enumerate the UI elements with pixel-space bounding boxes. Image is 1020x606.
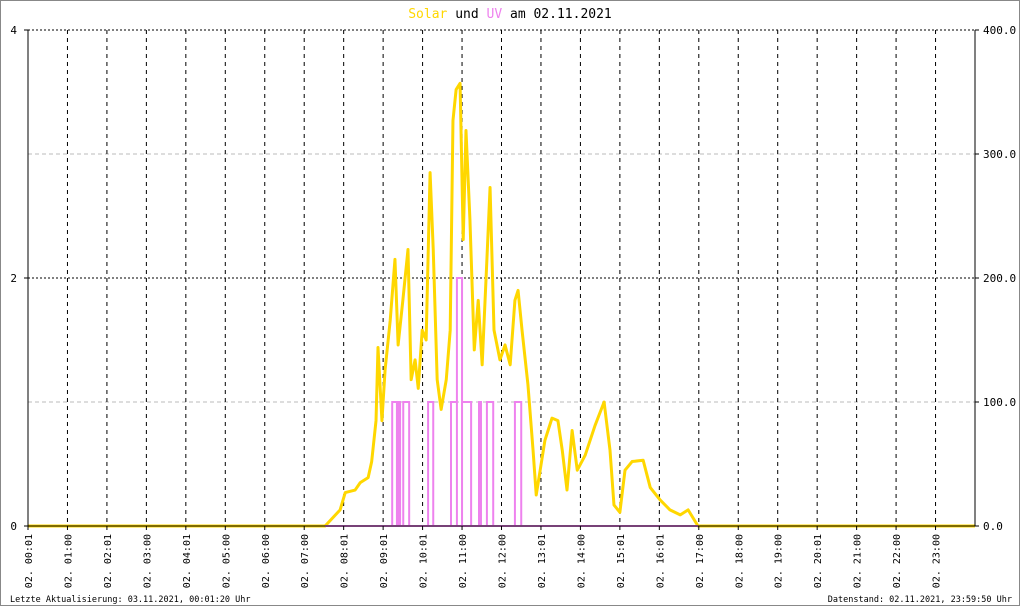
x-tick-label: 02. 22:00 xyxy=(892,534,903,588)
x-tick-label: 02. 05:00 xyxy=(221,534,232,588)
grid xyxy=(28,29,975,526)
x-tick-label: 02. 10:01 xyxy=(419,534,430,588)
last-update-text: Letzte Aktualisierung: 03.11.2021, 00:01… xyxy=(10,595,251,605)
x-tick-label: 02. 04:01 xyxy=(182,534,193,588)
left-tick-label: 4 xyxy=(10,24,17,37)
right-tick-label: 0.0 xyxy=(983,520,1003,533)
title-und: und xyxy=(447,7,486,22)
x-tick-label: 02. 01:00 xyxy=(63,534,74,588)
x-tick-label: 02. 12:00 xyxy=(498,534,509,588)
right-tick-label: 200.0 xyxy=(983,272,1016,285)
x-tick-label: 02. 21:00 xyxy=(853,534,864,588)
x-tick-label: 02. 09:01 xyxy=(379,534,390,588)
solar-uv-chart: 02. 00:01 02. 01:00 02. 02:01 02. 03:00 02. … xyxy=(10,7,1016,605)
chart-title: Solar und UV am 02.11.2021 xyxy=(408,7,612,22)
title-uv: UV xyxy=(487,7,503,22)
x-tick-label: 02. 13:01 xyxy=(537,534,548,588)
x-tick-label: 02. 15:01 xyxy=(616,534,627,588)
left-tick-label: 0 xyxy=(10,520,17,533)
title-date: am 02.11.2021 xyxy=(502,7,612,22)
x-tick-label: 02. 03:00 xyxy=(142,534,153,588)
x-tick-label: 02. 14:00 xyxy=(576,534,587,588)
x-tick-label: 02. 20:01 xyxy=(813,534,824,588)
right-tick-label: 400.0 xyxy=(983,24,1016,37)
x-tick-label: 02. 16:01 xyxy=(655,534,666,588)
x-tick-label: 02. 08:01 xyxy=(340,534,351,588)
left-tick-label: 2 xyxy=(10,272,17,285)
x-tick-label: 02. 17:00 xyxy=(695,534,706,588)
x-tick-label: 02. 07:00 xyxy=(300,534,311,588)
x-tick-label: 02. 19:00 xyxy=(774,534,785,588)
x-tick-label: 02. 00:01 xyxy=(24,534,35,588)
x-tick-label: 02. 11:00 xyxy=(458,534,469,588)
title-solar: Solar xyxy=(408,7,447,22)
x-tick-label: 02. 18:00 xyxy=(734,534,745,588)
x-tick-label: 02. 23:00 xyxy=(932,534,943,588)
data-state-text: Datenstand: 02.11.2021, 23:59:50 Uhr xyxy=(828,595,1012,605)
right-tick-label: 300.0 xyxy=(983,148,1016,161)
right-tick-label: 100.0 xyxy=(983,396,1016,409)
x-tick-label: 02. 02:01 xyxy=(103,534,114,588)
x-tick-label: 02. 06:00 xyxy=(261,534,272,588)
